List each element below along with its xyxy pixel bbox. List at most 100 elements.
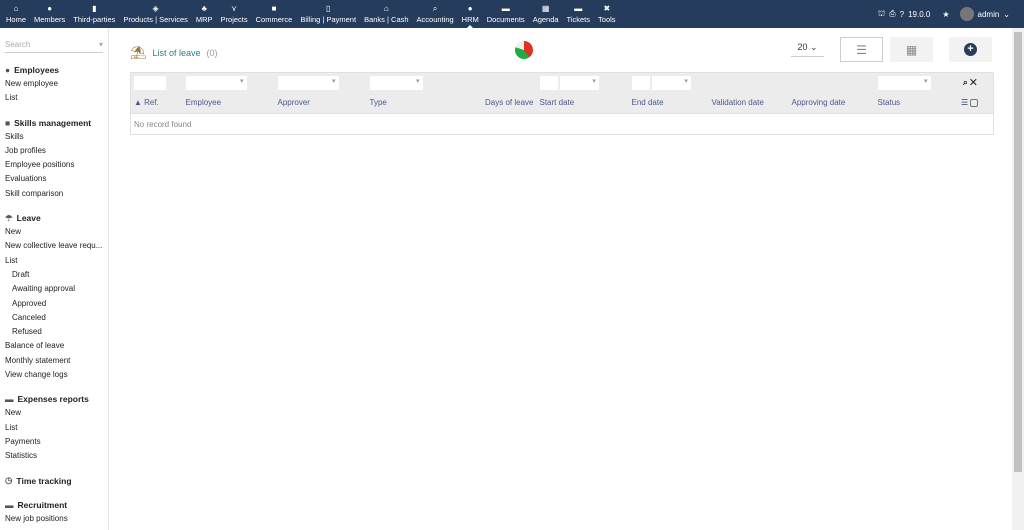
invoice-icon: ▯ xyxy=(325,4,331,13)
menu-item[interactable]: Statistics xyxy=(5,449,103,463)
group-icon: ☂ xyxy=(5,212,13,223)
kanban-view-button[interactable]: ▦ xyxy=(890,37,933,62)
beach-umbrella-icon: ⛱ xyxy=(130,45,147,60)
scrollbar-thumb[interactable] xyxy=(1014,32,1022,472)
list-title-link[interactable]: List of leave xyxy=(153,48,201,58)
group-icon: ▬ xyxy=(5,499,14,510)
menu-item[interactable]: Refused xyxy=(5,325,103,339)
type-filter[interactable] xyxy=(369,75,423,90)
menu-group-title[interactable]: ■ Skills management xyxy=(5,116,103,130)
approver-filter[interactable] xyxy=(277,75,339,90)
menu-item[interactable]: New job positions xyxy=(5,512,103,526)
nav-projects[interactable]: ⋎ Projects xyxy=(217,0,252,28)
column-header[interactable]: Validation date xyxy=(708,92,789,114)
nav-home[interactable]: ⌂ Home xyxy=(2,0,30,28)
menu-item[interactable]: List xyxy=(5,254,103,268)
nav-label: Tickets xyxy=(566,15,591,24)
menu-item[interactable]: View change logs xyxy=(5,368,103,382)
nav-third-parties[interactable]: ▮ Third-parties xyxy=(69,0,119,28)
clear-filter-icon[interactable]: ✕ xyxy=(970,77,976,87)
menu-item[interactable]: Job profiles xyxy=(5,144,103,158)
plus-circle-icon: + xyxy=(964,43,977,56)
nav-products-services[interactable]: ◈ Products | Services xyxy=(119,0,191,28)
version-label: 19.0.0 xyxy=(908,9,931,19)
select-all-checkbox[interactable] xyxy=(970,99,979,108)
column-header[interactable]: Status xyxy=(874,92,947,114)
left-sidebar: Search ▾ ● Employees New employee List ■ Skill… xyxy=(0,28,109,530)
nav-label: Home xyxy=(6,15,27,24)
employee-filter[interactable] xyxy=(185,75,247,90)
menu-item[interactable]: List xyxy=(5,421,103,435)
bookmark-star-icon[interactable]: ★ xyxy=(942,10,949,19)
menu-item[interactable]: New xyxy=(5,225,103,239)
column-header[interactable]: End date xyxy=(628,92,709,114)
start-date-month-filter[interactable] xyxy=(559,75,599,90)
nav-members[interactable]: ● Members xyxy=(30,0,69,28)
start-date-day-filter[interactable] xyxy=(539,75,558,90)
nav-hrm[interactable]: ● HRM xyxy=(458,0,483,28)
column-header[interactable]: Type xyxy=(366,92,467,114)
end-date-day-filter[interactable] xyxy=(631,75,650,90)
menu-group-title[interactable]: ▬ Recruitment xyxy=(5,498,103,512)
bank-icon: ⌂ xyxy=(383,4,389,13)
column-header[interactable]: Employee xyxy=(182,92,275,114)
menu-item[interactable]: New xyxy=(5,406,103,420)
scrollbar[interactable] xyxy=(1012,28,1024,530)
nav-documents[interactable]: ▬ Documents xyxy=(483,0,529,28)
menu-group-title[interactable]: ◷ Time tracking xyxy=(5,474,103,488)
menu-group-title[interactable]: ▬ Expenses reports xyxy=(5,392,103,406)
menu-item[interactable]: Approved xyxy=(5,297,103,311)
column-header[interactable]: Approving date xyxy=(788,92,875,114)
help-desk-icon[interactable]: ⛫ xyxy=(878,9,885,19)
menu-item[interactable]: Monthly statement xyxy=(5,354,103,368)
column-selector-icon[interactable]: ☰ xyxy=(961,98,968,107)
nav-accounting[interactable]: ⌕ Accounting xyxy=(413,0,458,28)
nav-label: Third-parties xyxy=(73,15,116,24)
leave-table: ⌕ ✕ ▲ Ref.EmployeeApproverTypeDays of le… xyxy=(130,72,994,135)
menu-item[interactable]: Balance of leave xyxy=(5,339,103,353)
list-view-button[interactable]: ☰ xyxy=(840,37,883,62)
per-page-select[interactable]: 20 ⌄ xyxy=(791,42,824,57)
column-header[interactable]: Start date xyxy=(536,92,629,114)
chevron-down-icon[interactable]: ⌄ xyxy=(1003,10,1010,19)
menu-item[interactable]: Employee positions xyxy=(5,158,103,172)
new-leave-button[interactable]: + xyxy=(949,37,992,62)
menu-item[interactable]: Skill comparison xyxy=(5,187,103,201)
help-icon[interactable]: ? xyxy=(900,10,904,19)
menu-group-title[interactable]: ● Employees xyxy=(5,63,103,77)
column-header[interactable]: Approver xyxy=(274,92,367,114)
nav-banks-cash[interactable]: ⌂ Banks | Cash xyxy=(360,0,412,28)
page-title: ⛱ List of leave (0) xyxy=(130,45,218,61)
menu-item[interactable]: Canceled xyxy=(5,311,103,325)
menu-group: ◷ Time tracking xyxy=(5,474,103,488)
menu-item[interactable]: New employee xyxy=(5,77,103,91)
menu-item[interactable]: Draft xyxy=(5,268,103,282)
nav-tickets[interactable]: ▬ Tickets xyxy=(563,0,594,28)
nav-agenda[interactable]: ▦ Agenda xyxy=(529,0,563,28)
menu-item[interactable]: Evaluations xyxy=(5,172,103,186)
column-header[interactable]: ▲ Ref. xyxy=(130,92,183,114)
search-icon[interactable]: ⌕ xyxy=(963,77,968,87)
menu-item[interactable]: New collective leave requ... xyxy=(5,239,103,253)
column-header[interactable]: Days of leave xyxy=(466,92,537,114)
cubes-icon: ♣ xyxy=(201,4,207,13)
menu-item[interactable]: Skills xyxy=(5,130,103,144)
nav-tools[interactable]: ✖ Tools xyxy=(594,0,620,28)
menu-item[interactable]: List xyxy=(5,91,103,105)
menu-item[interactable]: Payments xyxy=(5,435,103,449)
ref-filter[interactable] xyxy=(134,75,166,90)
nav-label: Documents xyxy=(486,15,525,24)
search-select[interactable]: Search ▾ xyxy=(5,40,103,53)
status-filter[interactable] xyxy=(877,75,931,90)
nav-label: Members xyxy=(34,15,66,24)
user-menu[interactable]: admin xyxy=(978,10,1000,19)
menu-group-title[interactable]: ☂ Leave xyxy=(5,211,103,225)
nav-billing-payment[interactable]: ▯ Billing | Payment xyxy=(296,0,360,28)
avatar[interactable] xyxy=(959,7,974,21)
nav-commerce[interactable]: ■ Commerce xyxy=(252,0,297,28)
print-icon[interactable]: ⎙ xyxy=(889,9,895,19)
menu-group: ■ Skills management Skills Job profiles Empl… xyxy=(5,116,103,201)
end-date-month-filter[interactable] xyxy=(651,75,691,90)
menu-item[interactable]: Awaiting approval xyxy=(5,282,103,296)
nav-mrp[interactable]: ♣ MRP xyxy=(192,0,217,28)
